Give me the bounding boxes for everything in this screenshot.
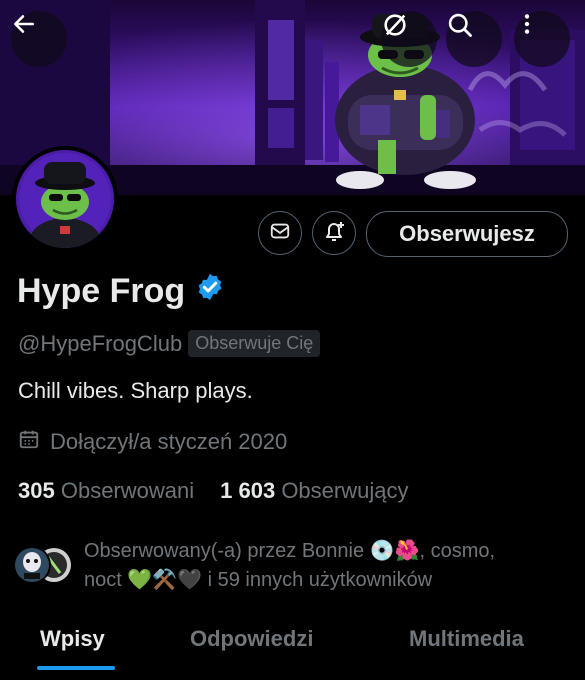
- profile-tabs: Wpisy Odpowiedzi Multimedia: [0, 612, 585, 680]
- followers-count: 1 603: [220, 478, 276, 503]
- verified-badge-icon: [195, 272, 225, 311]
- follows-you-badge: Obserwuje Cię: [188, 330, 321, 357]
- bell-plus-icon: [322, 219, 346, 247]
- tab-posts[interactable]: Wpisy: [40, 626, 105, 652]
- following-button[interactable]: Obserwujesz: [366, 211, 568, 257]
- hide-content-button[interactable]: [381, 11, 437, 67]
- display-name-row: Hype Frog: [17, 272, 225, 311]
- avatar[interactable]: [12, 146, 118, 252]
- followed-by-section[interactable]: Obserwowany(-a) przez Bonnie 💿🌺, cosmo, …: [12, 537, 572, 597]
- display-name: Hype Frog: [17, 272, 186, 310]
- bio: Chill vibes. Sharp plays.: [18, 378, 253, 403]
- more-options-button[interactable]: [514, 11, 570, 67]
- handle: @HypeFrogClub: [18, 330, 183, 356]
- followers-label: Obserwujący: [281, 478, 409, 503]
- followed-by-line-2: noct 💚⚒️🖤 i 59 innych użytkowników: [84, 569, 433, 591]
- stats-row: 305 Obserwowani 1 603 Obserwujący: [18, 478, 408, 504]
- followed-by-line-1: Obserwowany(-a) przez Bonnie 💿🌺, cosmo,: [84, 540, 496, 562]
- followed-by-text: Obserwowany(-a) przez Bonnie 💿🌺, cosmo, …: [84, 537, 574, 595]
- profile-page: Obserwujesz Hype Frog @HypeFrogClub Obse…: [0, 0, 585, 680]
- followers-link[interactable]: 1 603 Obserwujący: [220, 478, 408, 504]
- joined-date: Dołączył/a styczeń 2020: [50, 429, 288, 454]
- followed-by-avatars: [12, 545, 82, 585]
- active-tab-indicator: [37, 666, 115, 670]
- handle-row: @HypeFrogClub Obserwuje Cię: [18, 330, 321, 357]
- following-count: 305: [18, 478, 55, 503]
- calendar-icon: [18, 428, 40, 456]
- envelope-icon: [269, 220, 291, 246]
- tab-media[interactable]: Multimedia: [409, 626, 524, 652]
- message-button[interactable]: [258, 211, 302, 255]
- back-button[interactable]: [11, 11, 67, 67]
- notifications-button[interactable]: [312, 211, 356, 255]
- search-button[interactable]: [446, 11, 502, 67]
- joined-row: Dołączył/a styczeń 2020: [18, 428, 287, 456]
- tab-replies[interactable]: Odpowiedzi: [190, 626, 313, 652]
- following-label: Obserwowani: [60, 478, 195, 503]
- avatar-image: [16, 150, 114, 248]
- following-link[interactable]: 305 Obserwowani: [18, 478, 194, 504]
